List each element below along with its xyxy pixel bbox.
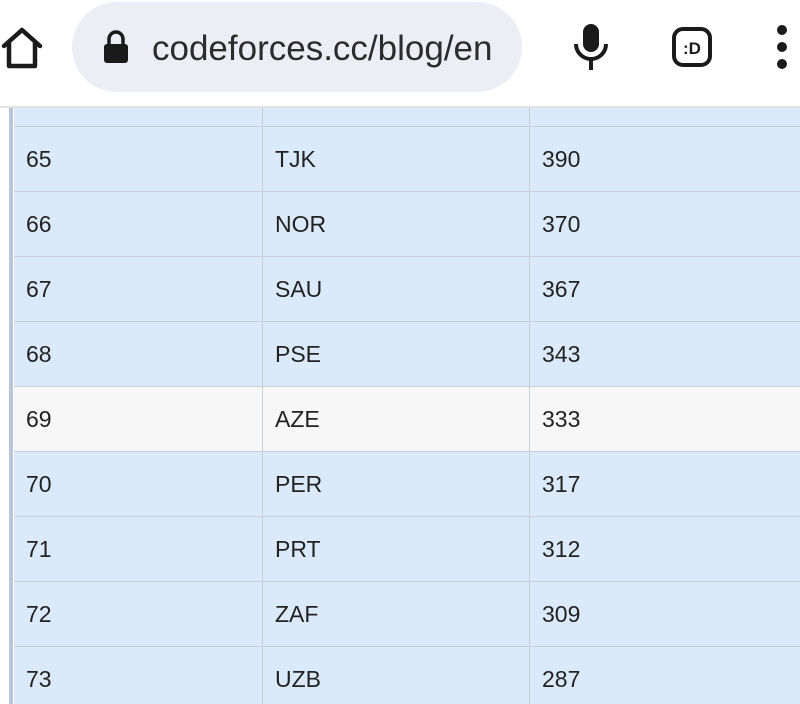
- country-cell: NOR: [263, 192, 530, 256]
- microphone-icon[interactable]: [572, 22, 610, 72]
- score-cell: 317: [542, 471, 581, 497]
- table-row: 65 TJK 390: [14, 127, 800, 192]
- rank-cell: 73: [14, 647, 263, 704]
- country-cell: SAU: [263, 257, 530, 321]
- table-body: 65 TJK 390 66 NOR 370 67 SAU 367 68 PSE 343 69 AZE 333…: [14, 108, 800, 704]
- country-cell: ZAF: [263, 582, 530, 646]
- country-cell: PSE: [263, 322, 530, 386]
- country-cell: PER: [263, 452, 530, 516]
- table-left-border: [9, 108, 13, 704]
- country-cell: TJK: [263, 127, 530, 191]
- table-row: 73 UZB 287: [14, 647, 800, 704]
- table-row: [14, 108, 800, 127]
- score-cell: 333: [542, 406, 581, 432]
- table-row: 67 SAU 367: [14, 257, 800, 322]
- score-cell: [530, 108, 800, 126]
- table-row: 70 PER 317: [14, 452, 800, 517]
- rank-cell: 65: [14, 127, 263, 191]
- table-row: 66 NOR 370: [14, 192, 800, 257]
- score-cell: 343: [542, 341, 581, 367]
- rank-cell: 70: [14, 452, 263, 516]
- rank-cell: 67: [14, 257, 263, 321]
- score-cell: 367: [542, 276, 581, 302]
- score-cell: 287: [542, 666, 581, 692]
- tab-switcher-icon[interactable]: :D: [671, 26, 713, 68]
- rank-cell: 66: [14, 192, 263, 256]
- table-row: 69 AZE 333: [14, 387, 800, 452]
- score-cell: 370: [542, 211, 581, 237]
- country-cell: [263, 108, 530, 126]
- country-cell: AZE: [263, 387, 530, 451]
- score-cell: 309: [542, 601, 581, 627]
- score-cell: 390: [542, 146, 581, 172]
- country-cell: PRT: [263, 517, 530, 581]
- table-row: 71 PRT 312: [14, 517, 800, 582]
- lock-icon: [104, 30, 128, 63]
- rank-cell: 72: [14, 582, 263, 646]
- table-row: 68 PSE 343: [14, 322, 800, 387]
- rank-cell: 69: [14, 387, 263, 451]
- rank-cell: [14, 108, 263, 126]
- country-cell: UZB: [263, 647, 530, 704]
- rank-cell: 68: [14, 322, 263, 386]
- ranking-table: 65 TJK 390 66 NOR 370 67 SAU 367 68 PSE 343 69 AZE 333…: [0, 108, 800, 704]
- rank-cell: 71: [14, 517, 263, 581]
- tab-switcher-label: :D: [683, 39, 701, 58]
- table-row: 72 ZAF 309: [14, 582, 800, 647]
- home-icon[interactable]: [0, 22, 44, 72]
- score-cell: 312: [542, 536, 581, 562]
- browser-toolbar: codeforces.cc/blog/en :D: [0, 0, 800, 108]
- more-vert-icon[interactable]: [774, 24, 790, 70]
- url-text[interactable]: codeforces.cc/blog/en: [152, 26, 508, 72]
